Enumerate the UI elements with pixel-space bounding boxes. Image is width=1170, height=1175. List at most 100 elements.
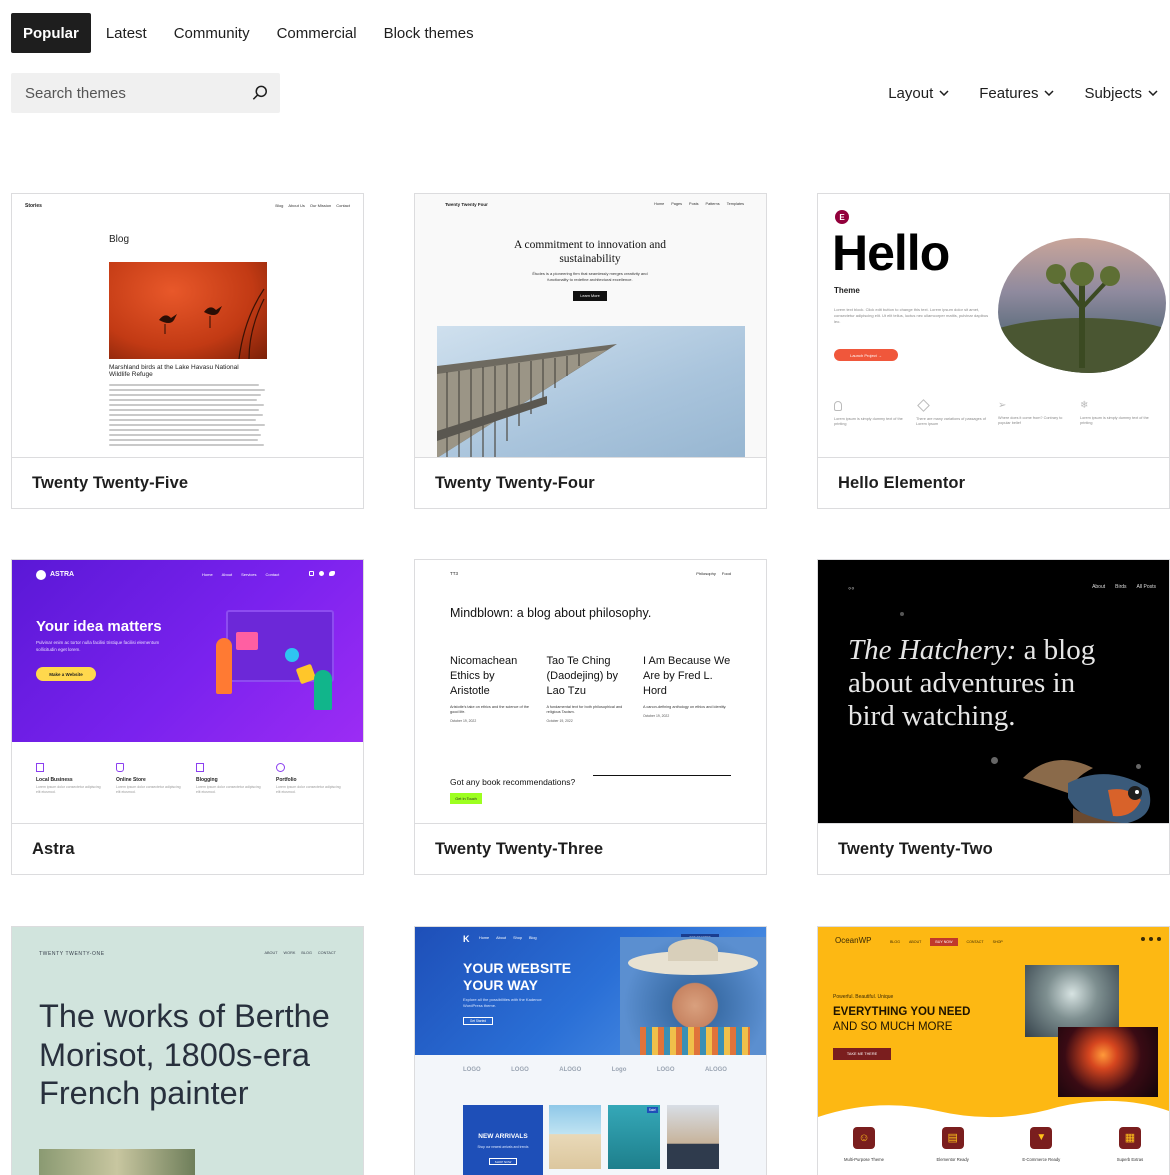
preview-nav-item: Our Mission: [309, 203, 332, 208]
preview-features: ☺ Multi-Purpose Theme ▤ Elementor Ready ▼ E…: [832, 1127, 1162, 1162]
preview-nav-item: Templates: [726, 202, 744, 206]
preview-nav-item: WORK: [283, 951, 296, 955]
preview-image-cactus: [998, 238, 1166, 373]
service-text: Lorem ipsum dolor consectetur adipiscing…: [116, 785, 181, 794]
theme-card-astra[interactable]: ASTRA Home About Services Contact Your i…: [11, 559, 364, 875]
theme-name: Twenty Twenty-Two: [838, 840, 993, 858]
tab-block-themes[interactable]: Block themes: [372, 13, 486, 53]
preview-button: Get In Touch: [450, 793, 482, 804]
preview-site-title: TT3: [450, 571, 459, 576]
service-item: Local Business Lorem ipsum dolor consecte…: [36, 763, 106, 795]
feature-column: Lorem ipsum is simply dummy text of the …: [834, 401, 908, 427]
shirt: [640, 1027, 750, 1055]
preview-nav-item: Home: [654, 202, 665, 206]
social-icons: [309, 571, 335, 576]
tab-popular[interactable]: Popular: [11, 13, 91, 53]
chevron-down-icon: [1148, 90, 1158, 96]
preview-site-title: Stories: [25, 203, 42, 209]
kadence-logo-icon: K: [463, 934, 470, 944]
tab-latest[interactable]: Latest: [94, 13, 159, 53]
theme-card-oceanwp[interactable]: OceanWP BLOG ABOUT BUY NOW CONTACT SHOP …: [817, 926, 1170, 1175]
sale-badge: Sale!: [646, 1107, 658, 1113]
preview-nav-item: All Posts: [1136, 584, 1156, 590]
preview-body-lines: [109, 384, 267, 457]
promo-text: Shop our newest arrivals and trends: [477, 1145, 529, 1149]
tab-commercial[interactable]: Commercial: [265, 13, 369, 53]
feature-text: Elementor Ready: [936, 1157, 969, 1162]
logo-item: LOGO: [656, 1067, 675, 1073]
preview-nav-item: Pages: [671, 202, 683, 206]
preview-nav-item: Home: [479, 936, 490, 940]
search-input[interactable]: [11, 84, 236, 102]
service-text: Lorem ipsum dolor consectetur adipiscing…: [276, 785, 341, 794]
theme-screenshot: ASTRA Home About Services Contact Your i…: [12, 560, 363, 824]
preview-nav-item: Birds: [1115, 584, 1127, 590]
bird-illustration-icon: [1023, 760, 1151, 823]
illustration-person-1: [216, 638, 232, 694]
preview-nav: Home About Services Contact: [202, 572, 279, 577]
logo-item: ALOGO: [559, 1067, 582, 1073]
feature-text: Superb Extras: [1116, 1157, 1144, 1162]
chevron-down-icon: [1044, 90, 1054, 96]
post-excerpt: A canon-defining anthology on ethics and…: [643, 705, 727, 709]
preview-cta: Got any book recommendations?: [450, 777, 576, 787]
preview-photo-woman: [620, 937, 766, 1055]
feature-column: ❄ Lorem ipsum is simply dummy text of the…: [1080, 401, 1154, 427]
preview-headline: Mindblown: a blog about philosophy.: [450, 606, 652, 620]
preview-headline-em: The Hatchery:: [848, 634, 1017, 666]
elementor-icon: ▤: [941, 1127, 964, 1149]
preview-button: TAKE ME THERE: [833, 1048, 891, 1060]
features-dropdown-label: Features: [979, 84, 1039, 102]
theme-name: Twenty Twenty-Four: [435, 474, 595, 492]
theme-screenshot: OceanWP BLOG ABOUT BUY NOW CONTACT SHOP …: [818, 927, 1169, 1175]
feature-text: Multi-Purpose Theme: [844, 1157, 884, 1162]
preview-nav-item: Blog: [528, 936, 537, 940]
preview-nav: Home Pages Posts Patterns Templates: [654, 202, 744, 206]
post-title: I Am Because We Are by Fred L. Hord: [643, 655, 731, 697]
theme-card-twenty-twenty-three[interactable]: TT3 Philosophy Food Mindblown: a blog ab…: [414, 559, 767, 875]
preview-nav: About Birds All Posts: [1092, 584, 1156, 590]
subjects-dropdown[interactable]: Subjects: [1084, 85, 1158, 102]
hat-crown: [668, 939, 718, 961]
illustration-card-pink: [236, 632, 258, 650]
theme-name: Astra: [32, 840, 75, 858]
tab-community[interactable]: Community: [162, 13, 262, 53]
feature-column: ➢ Where does it come from? Contrary to po…: [998, 401, 1072, 427]
theme-card-twenty-twenty-two[interactable]: ◦◦ About Birds All Posts The Hatchery: a…: [817, 559, 1170, 875]
preview-button: Learn More: [573, 291, 607, 301]
features-dropdown[interactable]: Features: [979, 85, 1054, 102]
preview-headline: A commitment to innovation and sustainab…: [513, 239, 667, 265]
preview-nav-item: BLOG: [890, 940, 900, 944]
preview-title: Hello: [832, 225, 950, 281]
theme-card-kadence[interactable]: K Home About Shop Blog GET STARTED YOUR …: [414, 926, 767, 1175]
preview-nav: BLOG ABOUT BUY NOW CONTACT SHOP: [890, 938, 1003, 946]
post-excerpt: A fundamental text for both philosophica…: [546, 705, 623, 714]
theme-card-hello-elementor[interactable]: E Hello Theme Lorem text block. Click ed…: [817, 193, 1170, 509]
preview-nav-item: ABOUT: [909, 940, 922, 944]
feature-text: Lorem ipsum is simply dummy text of the …: [834, 417, 903, 426]
instagram-icon: [309, 571, 314, 576]
post-date: October 19, 2022: [546, 719, 573, 723]
preview-nav-item: Blog: [275, 203, 284, 208]
preview-posts: Nicomachean Ethics by Aristotle Aristotle…: [450, 654, 735, 723]
preview-logo: OceanWP: [835, 936, 872, 945]
facebook-icon: [319, 571, 324, 576]
instagram-icon: [1157, 937, 1161, 941]
preview-body: Lorem text block. Click edit button to c…: [834, 307, 989, 324]
post-column: Tao Te Ching (Daodejing) by Lao Tzu A fun…: [547, 654, 633, 723]
post-title: Nicomachean Ethics by Aristotle: [450, 655, 518, 697]
preview-painting: [39, 1149, 195, 1175]
search-icon[interactable]: [250, 83, 270, 103]
theme-card-twenty-twenty-five[interactable]: Stories Blog About Us Our Mission Contac…: [11, 193, 364, 509]
preview-nav-item: SHOP: [992, 940, 1003, 944]
layout-dropdown[interactable]: Layout: [888, 85, 949, 102]
post-column: Nicomachean Ethics by Aristotle Aristotle…: [450, 654, 536, 723]
preview-hero: K Home About Shop Blog GET STARTED YOUR …: [415, 927, 766, 1055]
theme-name: Hello Elementor: [838, 474, 966, 492]
theme-card-twenty-twenty-one[interactable]: TWENTY TWENTY-ONE ABOUT WORK BLOG CONTAC…: [11, 926, 364, 1175]
twitter-icon: [329, 571, 335, 576]
service-title: Online Store: [116, 777, 146, 783]
feature-column: There are many variations of passages of…: [916, 399, 990, 427]
theme-card-twenty-twenty-four[interactable]: Twenty Twenty Four Home Pages Posts Patt…: [414, 193, 767, 509]
social-icons: [1141, 937, 1161, 941]
